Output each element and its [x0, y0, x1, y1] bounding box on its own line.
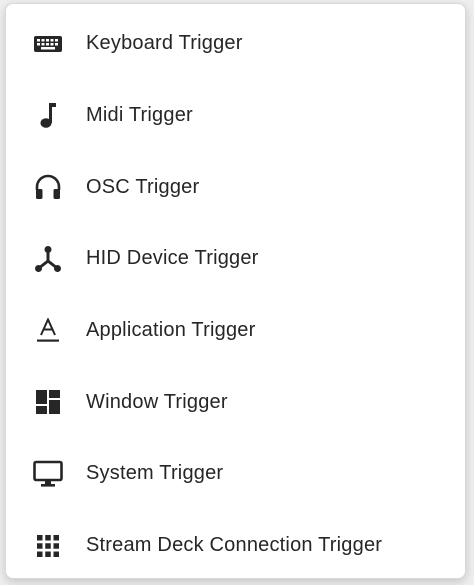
menu-item-midi-trigger[interactable]: Midi Trigger	[6, 80, 465, 152]
dashboard-icon	[32, 386, 64, 418]
menu-item-label: Stream Deck Connection Trigger	[86, 534, 383, 557]
menu-item-system-trigger[interactable]: System Trigger	[6, 438, 465, 510]
usb-hub-icon	[32, 243, 64, 275]
menu-item-label: Window Trigger	[86, 390, 228, 413]
menu-item-label: Midi Trigger	[86, 104, 193, 127]
menu-item-application-trigger[interactable]: Application Trigger	[6, 295, 465, 367]
menu-item-label: System Trigger	[86, 462, 224, 485]
menu-item-window-trigger[interactable]: Window Trigger	[6, 366, 465, 438]
keyboard-icon	[32, 28, 64, 60]
grid-icon	[32, 530, 64, 562]
menu-item-osc-trigger[interactable]: OSC Trigger	[6, 151, 465, 223]
menu-item-hid-device-trigger[interactable]: HID Device Trigger	[6, 223, 465, 295]
music-note-icon	[32, 100, 64, 132]
text-a-icon	[32, 315, 64, 347]
menu-item-label: Application Trigger	[86, 319, 256, 342]
monitor-icon	[32, 458, 64, 490]
menu-item-label: OSC Trigger	[86, 175, 200, 198]
menu-item-label: HID Device Trigger	[86, 247, 259, 270]
headphones-icon	[32, 171, 64, 203]
menu-item-keyboard-trigger[interactable]: Keyboard Trigger	[6, 8, 465, 80]
menu-item-label: Keyboard Trigger	[86, 32, 243, 55]
menu-item-stream-deck-connection-trigger[interactable]: Stream Deck Connection Trigger	[6, 510, 465, 582]
trigger-type-menu: Keyboard Trigger Midi Trigger OSC Trigge…	[5, 3, 466, 579]
